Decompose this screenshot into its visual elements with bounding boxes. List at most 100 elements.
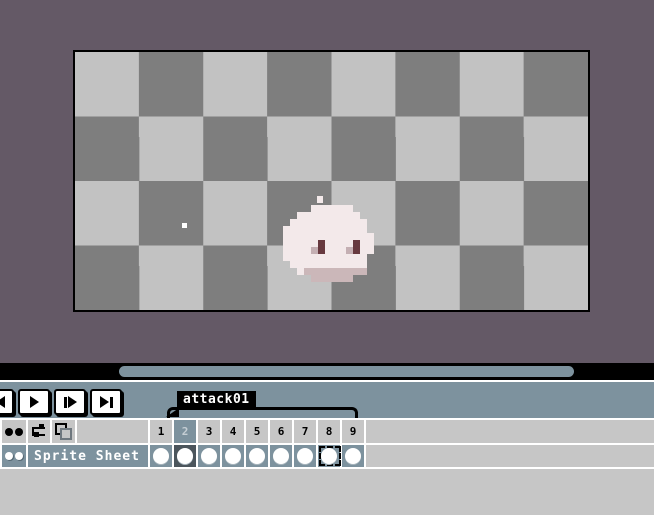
sprite-pixel [290, 226, 297, 233]
frame-header-3[interactable]: 3 [198, 420, 222, 443]
sprite-pixel [304, 247, 311, 254]
frame-header-1[interactable]: 1 [150, 420, 174, 443]
cel-thumbnail-icon [177, 448, 193, 464]
sprite-pixel [339, 268, 346, 275]
next-frame-icon [64, 397, 67, 408]
cel-frame-5[interactable] [246, 445, 270, 467]
frame-header-8[interactable]: 8 [318, 420, 342, 443]
sprite-pixel [332, 226, 339, 233]
sprite-pixel [290, 233, 297, 240]
first-frame-icon-triangle [0, 396, 5, 408]
sprite-pixel [318, 261, 325, 268]
frame-header-5[interactable]: 5 [246, 420, 270, 443]
sprite-pixel [311, 205, 318, 212]
sprite-pixel [304, 226, 311, 233]
last-frame-button[interactable] [90, 389, 122, 415]
sprite-pixel [339, 275, 346, 282]
new-frame-button[interactable] [52, 420, 77, 443]
cel-thumbnail-icon [153, 448, 169, 464]
sprite-pixel [339, 226, 346, 233]
frame-header-9[interactable]: 9 [342, 420, 366, 443]
first-frame-button[interactable] [0, 389, 14, 415]
sprite-pixel [318, 275, 325, 282]
sprite-pixel [311, 212, 318, 219]
frame-header-6[interactable]: 6 [270, 420, 294, 443]
sprite-pixel [325, 254, 332, 261]
white-particle [182, 223, 187, 228]
timeline-tag-row: attack01 [0, 382, 654, 418]
sprite-pixel [339, 261, 346, 268]
sprite-pixel [297, 226, 304, 233]
sprite-pixel [353, 261, 360, 268]
cel-frame-8[interactable] [318, 445, 342, 467]
sprite-pixel [304, 219, 311, 226]
sprite-pixel [304, 212, 311, 219]
sprite-pixel [339, 254, 346, 261]
sprite-pixel [325, 226, 332, 233]
cel-frame-2[interactable] [174, 445, 198, 467]
sprite-pixel [290, 240, 297, 247]
cel-frame-9[interactable] [342, 445, 366, 467]
sprite-pixel [311, 226, 318, 233]
last-frame-icon-bar [110, 397, 113, 408]
horizontal-scrollbar-track[interactable] [0, 363, 654, 380]
sprite-pixel [346, 226, 353, 233]
sprite-pixel [332, 261, 339, 268]
sprite-pixel [353, 212, 360, 219]
cel-frame-4[interactable] [222, 445, 246, 467]
sprite-pixel [346, 261, 353, 268]
timeline-expand-button[interactable] [2, 420, 28, 443]
duplicate-icon [55, 423, 72, 440]
cel-thumbnail-icon [201, 448, 217, 464]
sprite-pixel [325, 275, 332, 282]
sprite-pixel [297, 254, 304, 261]
sprite-pixel [290, 254, 297, 261]
sprite-pixel [290, 247, 297, 254]
sprite-pixel [318, 240, 325, 247]
sprite-pixel [283, 254, 290, 261]
layer-name[interactable]: Sprite Sheet [28, 445, 150, 467]
frame-header-2[interactable]: 2 [174, 420, 198, 443]
sprite-pixel [311, 219, 318, 226]
sprite-pixel [325, 219, 332, 226]
sprite-pixel [325, 247, 332, 254]
frame-header-row: 123456789 [0, 420, 654, 443]
sprite-pixel [325, 233, 332, 240]
sprite-pixel [346, 219, 353, 226]
sprite-pixel [297, 247, 304, 254]
cel-thumbnail-icon [345, 448, 361, 464]
cel-frame-7[interactable] [294, 445, 318, 467]
sprite-pixel [318, 219, 325, 226]
cel-frame-3[interactable] [198, 445, 222, 467]
play-button[interactable] [18, 389, 50, 415]
horizontal-scrollbar-thumb[interactable] [119, 366, 574, 377]
onion-skin-button[interactable] [28, 420, 52, 443]
sprite-pixel [360, 254, 367, 261]
next-frame-button[interactable] [54, 389, 86, 415]
preview-canvas[interactable] [73, 50, 590, 312]
sprite-pixel [318, 268, 325, 275]
cel-frame-1[interactable] [150, 445, 174, 467]
lock-icon [15, 452, 23, 460]
frame-header-7[interactable]: 7 [294, 420, 318, 443]
dot-icon [15, 428, 23, 436]
sprite-pixel [360, 226, 367, 233]
cel-thumbnail-icon [273, 448, 289, 464]
sprite-pixel [297, 261, 304, 268]
sprite-pixel [353, 247, 360, 254]
sprite-pixel [346, 240, 353, 247]
sprite-pixel [325, 261, 332, 268]
frame-header-4[interactable]: 4 [222, 420, 246, 443]
cel-frame-6[interactable] [270, 445, 294, 467]
last-frame-icon [100, 396, 109, 408]
sprite-pixel [346, 212, 353, 219]
sprite-pixel [318, 233, 325, 240]
sprite-pixel [353, 240, 360, 247]
animation-tag[interactable]: attack01 [177, 391, 256, 409]
sprite-pixel [304, 261, 311, 268]
sprite-pixel [332, 268, 339, 275]
sprite-pixel [332, 212, 339, 219]
dot-icon [5, 428, 13, 436]
layer-visibility-toggle[interactable] [2, 445, 28, 467]
sprite-pixel [339, 205, 346, 212]
